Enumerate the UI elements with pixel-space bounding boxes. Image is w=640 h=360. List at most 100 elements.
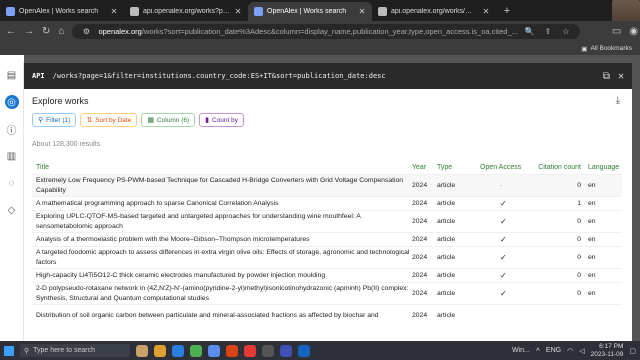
app-blue-icon[interactable] — [298, 344, 310, 357]
home-icon[interactable]: ⌂ — [58, 26, 64, 37]
work-title[interactable]: Extremely Low Frequency PS-PWM-based Tec… — [32, 174, 412, 198]
table-row[interactable]: A targeted foodomic approach to assess d… — [32, 246, 622, 268]
download-icon[interactable]: ⤓ — [616, 95, 620, 106]
star-icon[interactable]: ☆ — [560, 27, 572, 36]
openalex-logo-icon[interactable]: ▤ — [5, 68, 19, 82]
page-favicon-icon — [130, 7, 139, 16]
bookmarks-bar: ▣ All Bookmarks — [0, 42, 640, 55]
tab-title: api.openalex.org/works?page=1 — [143, 8, 230, 15]
header-type[interactable]: Type — [437, 164, 480, 171]
table-row[interactable]: 2-D polypseudo-rotaxane network in (4Z,N… — [32, 282, 622, 304]
table-row[interactable]: Extremely Low Frequency PS-PWM-based Tec… — [32, 174, 622, 196]
close-icon[interactable]: ✕ — [110, 7, 118, 16]
work-title[interactable]: Analysis of a thermoelastic problem with… — [32, 233, 412, 247]
notifications-icon[interactable]: ▢ — [629, 347, 636, 355]
header-year[interactable]: Year — [412, 164, 437, 171]
zoom-icon[interactable]: 🔍 — [524, 27, 536, 36]
url-input[interactable]: ⚙ openalex.org/works?sort=publication_da… — [72, 24, 580, 39]
close-icon[interactable]: ✕ — [234, 7, 242, 16]
tab-title: OpenAlex | Works search — [19, 8, 99, 15]
work-citation-count: 0 — [577, 290, 581, 297]
work-title[interactable]: A targeted foodomic approach to assess d… — [32, 246, 412, 270]
work-citation-count: 0 — [577, 272, 581, 279]
sort-label: Sort by Date — [95, 116, 132, 124]
work-language: en — [588, 254, 596, 261]
close-icon[interactable]: ✕ — [618, 71, 624, 82]
work-citation-count: 0 — [577, 254, 581, 261]
tray-arrow-icon[interactable]: ˄ — [536, 347, 540, 354]
work-title[interactable]: Distribution of soil organic carbon betw… — [32, 309, 412, 323]
reload-icon[interactable]: ↻ — [42, 26, 50, 37]
gem-icon[interactable]: ◇ — [5, 203, 19, 217]
browser-tab-3[interactable]: OpenAlex | Works search ✕ — [248, 2, 372, 21]
count-by-label: Count by — [212, 116, 239, 124]
work-citation-count: 0 — [577, 236, 581, 243]
header-citation-count[interactable]: Citation count — [532, 164, 584, 171]
column-icon: ▦ — [147, 117, 154, 124]
zoom-app-icon[interactable] — [280, 344, 292, 357]
profile-icon[interactable]: ◉ — [629, 26, 638, 37]
work-title[interactable]: High-capacity Li4Ti5O12-C thick ceramic … — [32, 269, 412, 283]
table-row[interactable]: A mathematical programming approach to s… — [32, 196, 622, 210]
app-dark-icon[interactable] — [262, 344, 274, 357]
explore-globe-icon[interactable]: ◎ — [4, 95, 19, 109]
api-url-text[interactable]: /works?page=1&filter=institutions.countr… — [53, 72, 595, 80]
open-new-window-icon[interactable]: ⧉ — [603, 71, 610, 82]
table-row[interactable]: Exploring UPLC-QTOF-MS-based targeted an… — [32, 210, 622, 232]
close-icon[interactable]: ✕ — [482, 7, 490, 16]
docs-icon[interactable]: ▥ — [5, 149, 19, 163]
browser-tab-1[interactable]: OpenAlex | Works search ✕ — [0, 2, 124, 21]
file-explorer-icon[interactable] — [154, 344, 166, 357]
sort-button[interactable]: ⇅ Sort by Date — [80, 113, 138, 127]
windows-start-icon[interactable] — [4, 345, 14, 356]
windows-taskbar: ⚲ Type here to search Win... ˄ ENG ◠ ◁ 6… — [0, 341, 640, 360]
column-label: Column (6) — [156, 116, 190, 124]
site-info-icon[interactable]: ⚙ — [80, 27, 92, 36]
header-language[interactable]: Language — [584, 164, 622, 171]
api-url-bar: API /works?page=1&filter=institutions.co… — [24, 63, 632, 89]
powerpoint-icon[interactable] — [226, 344, 238, 357]
clock[interactable]: 6:17 PM 2023-11-09 — [591, 343, 624, 359]
app-r-icon[interactable] — [208, 344, 220, 357]
work-title[interactable]: 2-D polypseudo-rotaxane network in (4Z,N… — [32, 282, 412, 306]
share-icon[interactable]: ⇪ — [542, 27, 554, 36]
chrome-browser-icon[interactable] — [190, 344, 202, 357]
avatar-app-icon[interactable] — [136, 344, 148, 357]
info-icon[interactable]: ⓘ — [5, 122, 19, 137]
work-title[interactable]: Exploring UPLC-QTOF-MS-based targeted an… — [32, 210, 412, 234]
results-count: About 128,300 results — [32, 141, 101, 148]
sidepanel-icon[interactable]: ▭ — [612, 26, 621, 37]
forward-icon[interactable]: → — [24, 26, 34, 37]
app-red-icon[interactable] — [244, 344, 256, 357]
count-by-button[interactable]: ▮ Count by — [199, 113, 245, 127]
table-row[interactable]: Distribution of soil organic carbon betw… — [32, 304, 622, 326]
chat-icon[interactable]: ◌ — [5, 176, 19, 190]
edge-browser-icon[interactable] — [172, 344, 184, 357]
back-icon[interactable]: ← — [6, 26, 16, 37]
page-favicon-icon — [378, 7, 387, 16]
table-row[interactable]: Analysis of a thermoelastic problem with… — [32, 232, 622, 246]
close-icon[interactable]: ✕ — [358, 7, 366, 16]
new-tab-icon[interactable]: + — [500, 4, 514, 18]
browser-tab-4[interactable]: api.openalex.org/works/W210... ✕ — [372, 2, 496, 21]
wifi-icon[interactable]: ◠ — [567, 347, 573, 355]
filter-label: Filter (1) — [46, 116, 71, 124]
work-title[interactable]: A mathematical programming approach to s… — [32, 197, 412, 211]
explore-works-panel: Explore works ⤓ ⚲ Filter (1) ⇅ Sort by D… — [24, 89, 632, 341]
work-open-access: ✓ — [500, 253, 507, 262]
column-button[interactable]: ▦ Column (6) — [141, 113, 196, 127]
work-type: article — [437, 272, 456, 279]
taskbar-search[interactable]: ⚲ Type here to search — [20, 344, 130, 357]
work-type: article — [437, 254, 456, 261]
table-row[interactable]: High-capacity Li4Ti5O12-C thick ceramic … — [32, 268, 622, 282]
browser-tab-2[interactable]: api.openalex.org/works?page=1 ✕ — [124, 2, 248, 21]
work-year: 2024 — [412, 182, 428, 189]
lang-indicator[interactable]: ENG — [546, 347, 561, 354]
all-bookmarks-link[interactable]: All Bookmarks — [590, 45, 632, 52]
header-open-access[interactable]: Open Access — [480, 164, 532, 171]
header-title[interactable]: Title — [32, 164, 412, 171]
volume-icon[interactable]: ◁ — [579, 347, 584, 355]
openalex-favicon-icon — [6, 7, 15, 16]
filter-button[interactable]: ⚲ Filter (1) — [32, 113, 77, 127]
weather-widget[interactable]: Win... — [512, 347, 530, 354]
